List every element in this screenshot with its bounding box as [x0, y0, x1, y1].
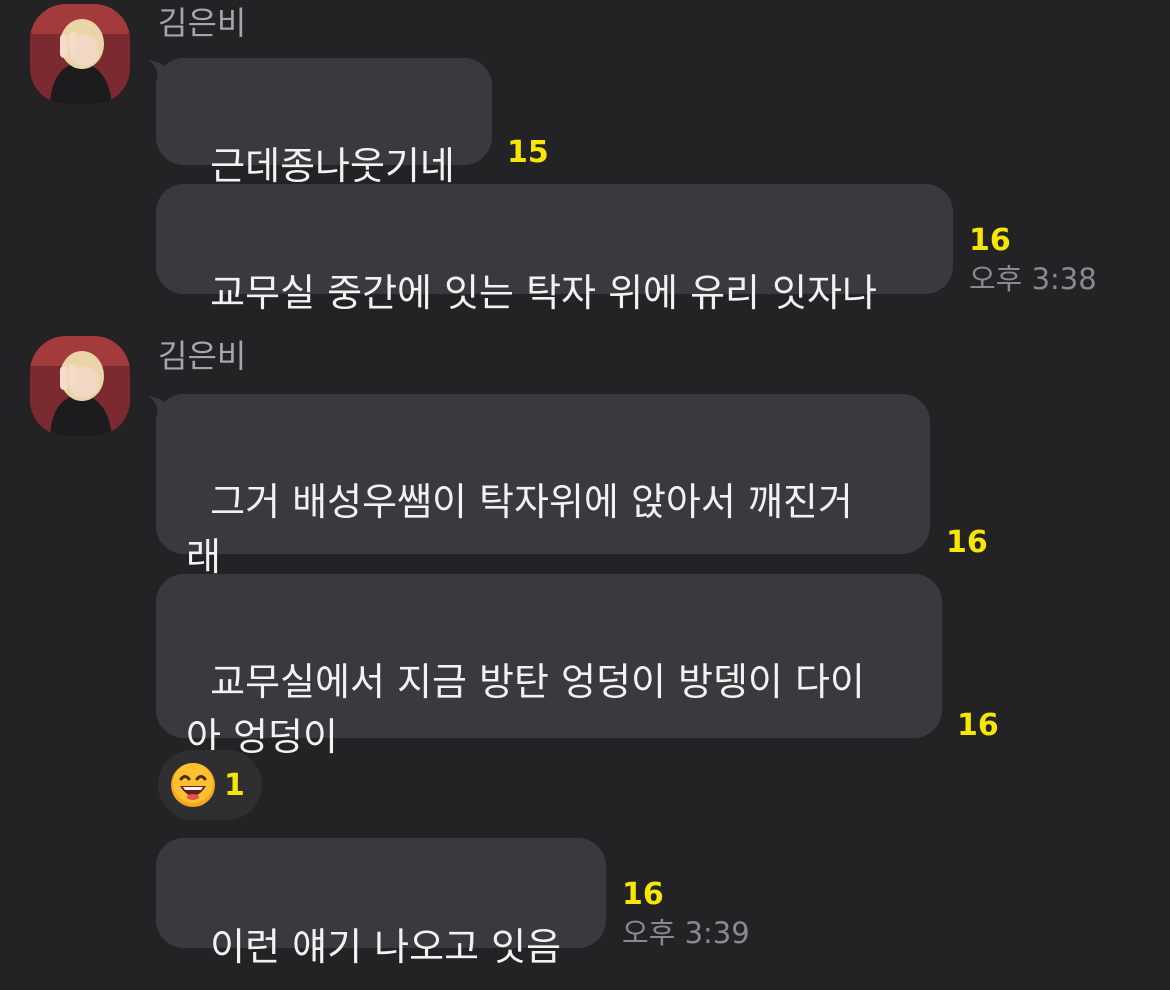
message-bubble[interactable]: 이런 얘기 나오고 잇음: [156, 838, 606, 969]
unread-count: 16: [957, 708, 999, 743]
grinning-face-emoji-icon: [171, 763, 215, 807]
message-text: 교무실에서 지금 방탄 엉덩이 방뎅이 다이 아 엉덩이: [186, 660, 865, 759]
sender-name: 김은비: [158, 337, 247, 375]
reaction-count: 1: [224, 768, 245, 803]
profile-photo-avatar-icon: [30, 336, 130, 436]
sender-name: 김은비: [158, 4, 247, 42]
reaction-chip[interactable]: 1: [158, 750, 262, 820]
unread-count: 15: [507, 135, 549, 170]
profile-photo-avatar-icon: [30, 4, 130, 104]
avatar[interactable]: [30, 336, 130, 436]
timestamp: 오후 3:38: [969, 262, 1097, 296]
unread-count: 16: [622, 877, 664, 912]
avatar[interactable]: [30, 4, 130, 104]
unread-count: 16: [946, 525, 988, 560]
message-bubble[interactable]: 그거 배성우쌤이 탁자위에 앉아서 깨진거 래: [156, 394, 930, 579]
message-text: 근데종나웃기네: [210, 144, 455, 188]
message-text: 이런 얘기 나오고 잇음: [210, 925, 562, 969]
unread-count: 16: [969, 223, 1011, 258]
message-text: 교무실 중간에 잇는 탁자 위에 유리 잇자나: [210, 271, 877, 315]
message-bubble[interactable]: 교무실에서 지금 방탄 엉덩이 방뎅이 다이 아 엉덩이: [156, 574, 942, 759]
message-text: 그거 배성우쌤이 탁자위에 앉아서 깨진거 래: [186, 480, 853, 579]
message-bubble[interactable]: 교무실 중간에 잇는 탁자 위에 유리 잇자나: [156, 184, 953, 315]
timestamp: 오후 3:39: [622, 916, 750, 950]
message-bubble[interactable]: 근데종나웃기네: [156, 58, 492, 188]
